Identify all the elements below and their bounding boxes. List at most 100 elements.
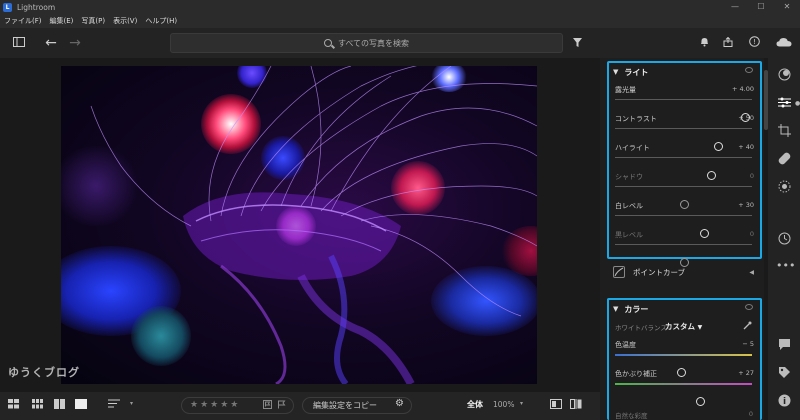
app-title: Lightroom <box>17 2 56 12</box>
slider-value[interactable]: 0 <box>749 410 753 418</box>
chevron-down-icon: ▼ <box>613 68 619 76</box>
cloud-icon[interactable] <box>774 28 794 58</box>
filter-icon[interactable] <box>570 28 584 58</box>
slider-track[interactable] <box>615 383 752 406</box>
svg-text:i: i <box>782 397 785 407</box>
eyedropper-icon[interactable] <box>743 321 752 333</box>
slider-label: シャドウ <box>615 173 643 181</box>
tag-icon[interactable] <box>776 366 792 382</box>
eye-icon[interactable] <box>745 304 753 310</box>
gear-icon[interactable]: ⚙ <box>395 398 404 409</box>
point-curve-section[interactable]: ポイントカーブ ◀ <box>607 261 762 283</box>
slider-value[interactable]: + 30 <box>738 201 754 209</box>
masking-icon[interactable] <box>776 180 792 196</box>
healing-icon[interactable] <box>776 152 792 168</box>
slider-label: 自然な彩度 <box>615 412 648 420</box>
slider-value[interactable]: 0 <box>750 230 754 238</box>
detail-view-icon[interactable] <box>75 399 87 411</box>
slider-shadows[interactable]: シャドウ 0 <box>609 168 760 209</box>
crop-compare-icon[interactable] <box>550 399 562 411</box>
slider-contrast[interactable]: コントラスト + 50 <box>609 110 760 151</box>
slider-temperature[interactable]: 色温度 − 5 <box>609 336 760 377</box>
slider-value[interactable]: + 50 <box>738 114 754 122</box>
copy-settings-label: 編集設定をコピー <box>313 401 377 410</box>
slider-track[interactable] <box>615 99 752 122</box>
search-bar[interactable]: すべての写真を検索 <box>170 33 563 53</box>
menu-help[interactable]: ヘルプ(H) <box>145 16 177 26</box>
slider-tint[interactable]: 色かぶり補正 + 27 <box>609 365 760 406</box>
slider-value[interactable]: + 4.00 <box>732 85 754 93</box>
color-section: ▼ カラー ホワイトバランス カスタム ▼ 色温度 − 5 色かぶり補正 + 2… <box>607 298 762 420</box>
flag-pick-icon[interactable] <box>263 400 272 411</box>
sort-icon[interactable] <box>108 399 121 411</box>
before-after-icon[interactable] <box>570 399 582 411</box>
panel-toggle-icon[interactable] <box>10 28 28 58</box>
tool-rail: ● ••• i <box>768 58 800 420</box>
slider-label: 色かぶり補正 <box>615 370 657 378</box>
slider-value[interactable]: − 5 <box>742 340 754 348</box>
share-icon[interactable] <box>721 28 735 58</box>
slider-knob[interactable] <box>695 397 705 406</box>
eye-icon[interactable] <box>745 67 753 73</box>
slider-value[interactable]: + 40 <box>738 143 754 151</box>
slider-label: 色温度 <box>615 341 636 349</box>
jellyfish-illustration <box>90 66 537 384</box>
menu-photo[interactable]: 写真(P) <box>81 16 105 26</box>
forward-arrow-icon[interactable]: → <box>66 28 84 58</box>
slider-blacks[interactable]: 黒レベル 0 <box>609 226 760 267</box>
slider-value[interactable]: 0 <box>750 172 754 180</box>
slider-track[interactable] <box>615 215 752 238</box>
zoom-percent[interactable]: 100% <box>493 400 514 409</box>
slider-track[interactable] <box>615 157 752 180</box>
comment-icon[interactable] <box>776 338 792 354</box>
svg-text:!: ! <box>753 38 756 46</box>
square-grid-icon[interactable] <box>32 399 43 411</box>
menu-view[interactable]: 表示(V) <box>113 16 137 26</box>
color-section-header[interactable]: ▼ カラー <box>609 300 760 318</box>
zoom-fit-label[interactable]: 全体 <box>467 399 483 410</box>
grid-view-icon[interactable] <box>8 399 19 411</box>
jellyfish-photo <box>61 66 537 384</box>
slider-track[interactable] <box>615 244 752 267</box>
white-balance-row: ホワイトバランス カスタム ▼ <box>609 318 760 336</box>
slider-value[interactable]: + 27 <box>738 369 754 377</box>
slider-track[interactable] <box>615 354 752 377</box>
more-icon[interactable]: ••• <box>776 258 795 274</box>
slider-highlights[interactable]: ハイライト + 40 <box>609 139 760 180</box>
search-placeholder: すべての写真を検索 <box>337 38 410 48</box>
light-section: ▼ ライト 露光量 + 4.00 コントラスト + 50 ハイライト + 40 … <box>607 61 762 267</box>
info-icon[interactable]: ! <box>747 28 761 58</box>
info-icon[interactable]: i <box>776 394 792 410</box>
minimize-button[interactable]: — <box>722 0 748 14</box>
presets-icon[interactable] <box>776 68 792 84</box>
lightroom-logo-icon: L <box>3 2 12 12</box>
bell-icon[interactable] <box>697 28 711 58</box>
slider-track[interactable] <box>615 128 752 151</box>
menu-file[interactable]: ファイル(F) <box>4 16 42 26</box>
photo-viewer[interactable]: ゆうくブログ <box>0 58 600 392</box>
active-indicator-icon: ● <box>795 100 800 107</box>
curve-icon <box>613 266 625 278</box>
slider-exposure[interactable]: 露光量 + 4.00 <box>609 81 760 122</box>
slider-whites[interactable]: 白レベル + 30 <box>609 197 760 238</box>
flag-reject-icon[interactable] <box>277 400 286 411</box>
maximize-button[interactable]: ☐ <box>748 0 774 14</box>
light-section-header[interactable]: ▼ ライト <box>609 63 760 81</box>
slider-track[interactable] <box>615 186 752 209</box>
back-arrow-icon[interactable]: ← <box>42 28 60 58</box>
compare-view-icon[interactable] <box>54 399 65 411</box>
menu-edit[interactable]: 編集(E) <box>50 16 74 26</box>
star-rating[interactable]: ★★★★★ <box>190 400 240 410</box>
white-balance-select[interactable]: カスタム ▼ <box>665 321 702 332</box>
point-curve-label: ポイントカーブ <box>633 267 686 277</box>
chevron-down-icon: ▼ <box>613 305 619 313</box>
history-icon[interactable] <box>776 232 792 248</box>
crop-rotate-icon[interactable] <box>776 124 792 140</box>
menu-bar: ファイル(F) 編集(E) 写真(P) 表示(V) ヘルプ(H) <box>0 14 800 28</box>
edit-sliders-icon[interactable] <box>776 96 792 112</box>
zoom-dropdown-icon[interactable]: ▾ <box>520 400 523 407</box>
sort-dropdown-icon[interactable]: ▾ <box>130 400 133 407</box>
window-controls: — ☐ ✕ <box>722 0 800 14</box>
close-button[interactable]: ✕ <box>774 0 800 14</box>
slider-label: ハイライト <box>615 144 650 152</box>
